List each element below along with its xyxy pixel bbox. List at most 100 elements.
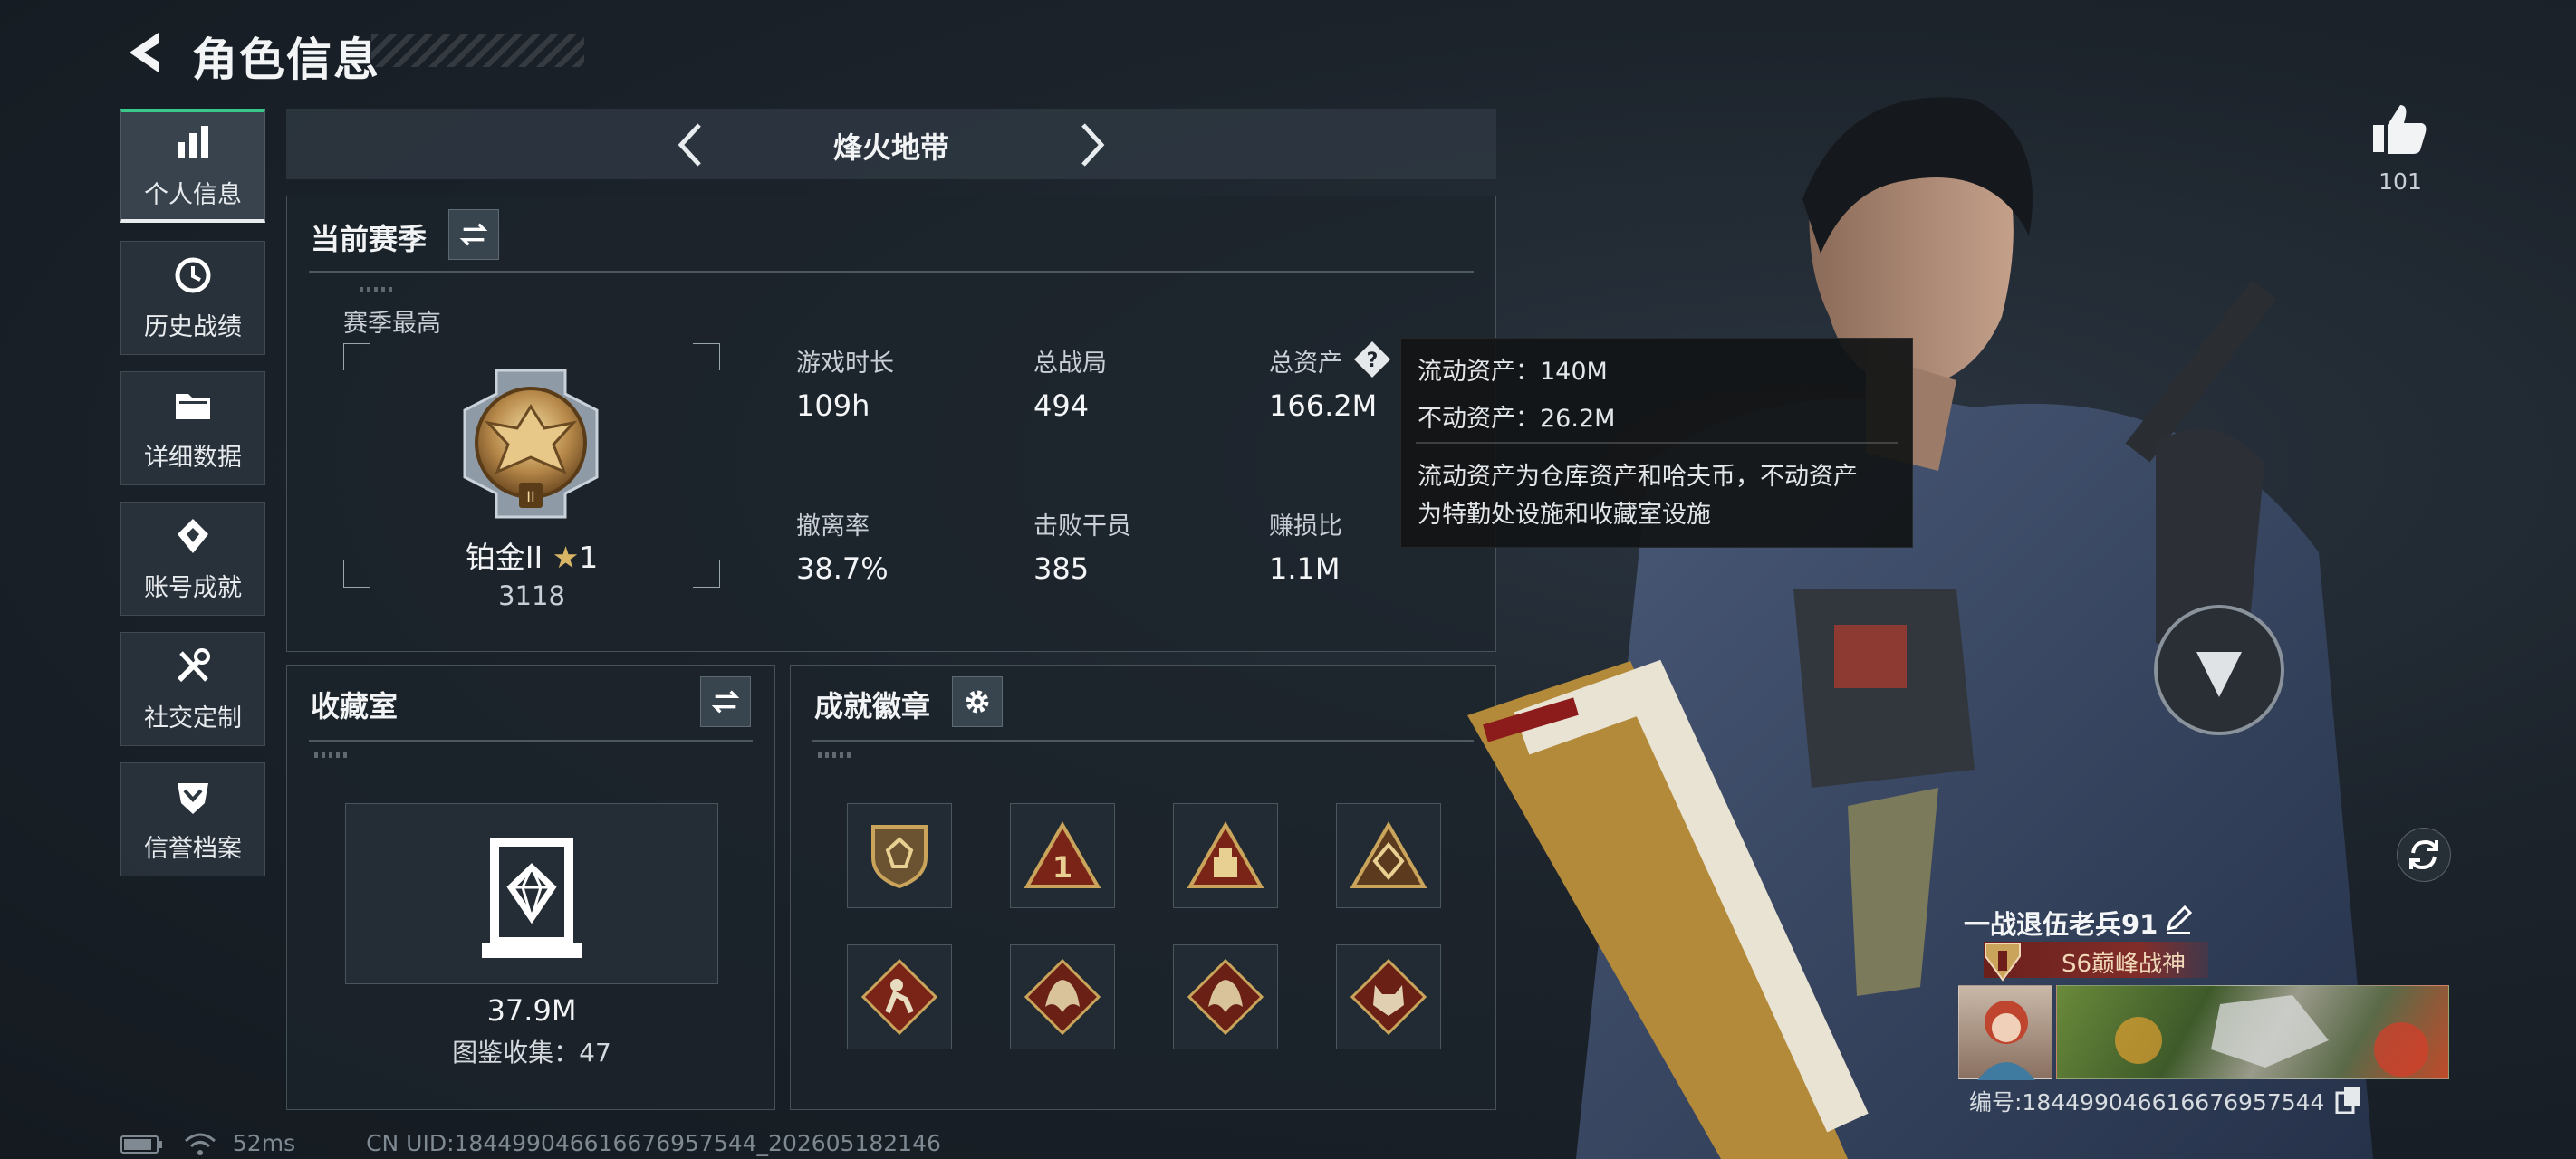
like-button[interactable] <box>2371 101 2429 159</box>
badge-slot[interactable] <box>847 944 952 1049</box>
svg-text:1: 1 <box>1053 850 1072 885</box>
collection-switch-button[interactable] <box>700 676 751 727</box>
chevron-right-icon <box>1081 123 1105 167</box>
divider <box>309 740 753 742</box>
stat-label-playtime: 游戏时长 <box>796 350 894 378</box>
copy-id-button[interactable] <box>2335 1085 2362 1117</box>
collection-title: 收藏室 <box>311 689 399 723</box>
avatar[interactable] <box>1958 985 2052 1080</box>
svg-text:II: II <box>526 488 534 505</box>
assets-help-button[interactable]: ? <box>1352 340 1392 383</box>
catalog-count: 图鉴收集：47 <box>452 1038 611 1068</box>
sidebar-item-label: 历史战绩 <box>144 312 242 341</box>
swap-arrows-icon <box>459 223 488 246</box>
collection-panel: 收藏室 37.9M 图鉴收集：47 <box>286 665 775 1110</box>
tooltip-fixed-assets: 不动资产：26.2M <box>1418 405 1616 433</box>
season-panel: 当前赛季 赛季最高 II 铂金II ★1 3118 游戏时长 109h 总战局 … <box>286 196 1496 652</box>
sidebar-item-label: 社交定制 <box>144 704 242 733</box>
next-mode-button[interactable] <box>1074 120 1110 170</box>
page-title: 角色信息 <box>192 34 380 86</box>
badge-slot[interactable] <box>1336 803 1441 908</box>
rank-name: 铂金II <box>465 540 543 575</box>
stat-value-playtime: 109h <box>796 388 870 423</box>
mode-title: 烽火地带 <box>832 130 949 165</box>
sidebar-item-history[interactable]: 历史战绩 <box>120 241 265 355</box>
mode-selector: 烽火地带 <box>286 109 1496 179</box>
collection-value: 37.9M <box>486 993 577 1028</box>
pencil-icon <box>2166 905 2193 934</box>
sidebar-item-label: 详细数据 <box>144 443 242 472</box>
shield-chevron-icon <box>178 782 208 814</box>
rank-label: 铂金II ★1 <box>343 533 720 577</box>
shield-badge-icon <box>871 825 928 889</box>
copy-icon <box>2335 1087 2360 1115</box>
stat-label-profit-ratio: 赚损比 <box>1269 512 1342 541</box>
stat-label-total-assets: 总资产 <box>1269 350 1342 378</box>
season-best-label: 赛季最高 <box>343 310 441 338</box>
sidebar-item-detailed-data[interactable]: 详细数据 <box>120 371 265 485</box>
wifi-icon <box>184 1133 216 1155</box>
badge-slot[interactable] <box>1336 944 1441 1049</box>
badges-title: 成就徽章 <box>814 689 931 723</box>
sidebar-item-label: 账号成就 <box>144 573 242 602</box>
stat-value-total-assets: 166.2M <box>1269 388 1378 423</box>
folder-icon <box>176 393 210 419</box>
rank-stars: 1 <box>579 540 599 575</box>
player-name: 一战退伍老兵91 <box>1964 909 2158 940</box>
title-emblem-icon <box>1985 943 2021 982</box>
rank-emblem-icon: II <box>463 369 599 519</box>
player-id: 编号:1844990466166769575​44 <box>1969 1089 2325 1116</box>
stat-value-profit-ratio: 1.1M <box>1269 551 1341 586</box>
edit-name-button[interactable] <box>2163 904 2194 938</box>
thumbs-up-icon <box>2373 105 2427 154</box>
name-card-art <box>2115 995 2428 1077</box>
battery-icon <box>120 1135 162 1154</box>
like-count: 101 <box>2379 168 2422 195</box>
badge-slot[interactable] <box>1173 803 1278 908</box>
sidebar-item-label: 信誉档案 <box>144 834 242 863</box>
sidebar-item-reputation[interactable]: 信誉档案 <box>120 762 265 876</box>
divider-ticks <box>314 752 351 758</box>
sidebar-item-label: 个人信息 <box>144 180 242 209</box>
badge-slot[interactable] <box>847 803 952 908</box>
sidebar-item-social-custom[interactable]: 社交定制 <box>120 632 265 746</box>
status-bar: 52ms CN UID:1844990466166769575​44_20260… <box>120 1130 941 1157</box>
assets-tooltip: 流动资产：140M 不动资产：26.2M 流动资产为仓库资产和哈夫币，不动资产 … <box>1400 338 1913 548</box>
swap-arrows-icon <box>711 690 740 714</box>
badge-slot[interactable] <box>1010 944 1115 1049</box>
badge-slot[interactable]: 1 <box>1010 803 1115 908</box>
title-decoration <box>371 34 584 67</box>
gear-icon <box>966 690 989 714</box>
sidebar-item-achievements[interactable]: 账号成就 <box>120 502 265 616</box>
badges-panel: 成就徽章 1 <box>790 665 1496 1110</box>
bar-chart-icon <box>178 125 208 158</box>
back-button[interactable] <box>122 27 168 78</box>
badge-slot[interactable] <box>1173 944 1278 1049</box>
divider <box>812 740 1474 742</box>
triangle-gem-badge-icon <box>1350 821 1427 888</box>
diamond-wolf-badge-icon <box>1350 958 1427 1036</box>
season-switch-button[interactable] <box>448 209 499 260</box>
display-case-icon <box>482 838 582 958</box>
divider <box>309 271 1474 273</box>
diamond-soldier-badge-icon <box>860 958 938 1036</box>
name-card-banner[interactable] <box>2056 985 2449 1079</box>
triangle-one-badge-icon: 1 <box>1024 821 1101 888</box>
badges-settings-button[interactable] <box>952 676 1003 727</box>
avatar-portrait <box>1977 1001 2035 1080</box>
divider-ticks <box>360 287 396 292</box>
diamond-dragon-badge-icon <box>1187 958 1264 1036</box>
refresh-icon <box>2409 839 2438 870</box>
tools-icon <box>177 647 210 682</box>
tooltip-desc-line1: 流动资产为仓库资产和哈夫币，不动资产 <box>1418 463 1858 491</box>
stat-label-extract-rate: 撤离率 <box>796 512 870 541</box>
clock-history-icon <box>175 257 211 292</box>
ping: 52ms <box>232 1130 296 1156</box>
stat-value-extract-rate: 38.7% <box>796 551 889 586</box>
triangle-crate-badge-icon <box>1187 821 1264 888</box>
rotate-model-button[interactable] <box>2397 828 2451 882</box>
tooltip-divider <box>1416 442 1898 444</box>
sidebar-item-personal-info[interactable]: 个人信息 <box>120 109 265 223</box>
collection-preview[interactable] <box>345 803 718 984</box>
achievement-diamond-icon <box>178 518 208 553</box>
